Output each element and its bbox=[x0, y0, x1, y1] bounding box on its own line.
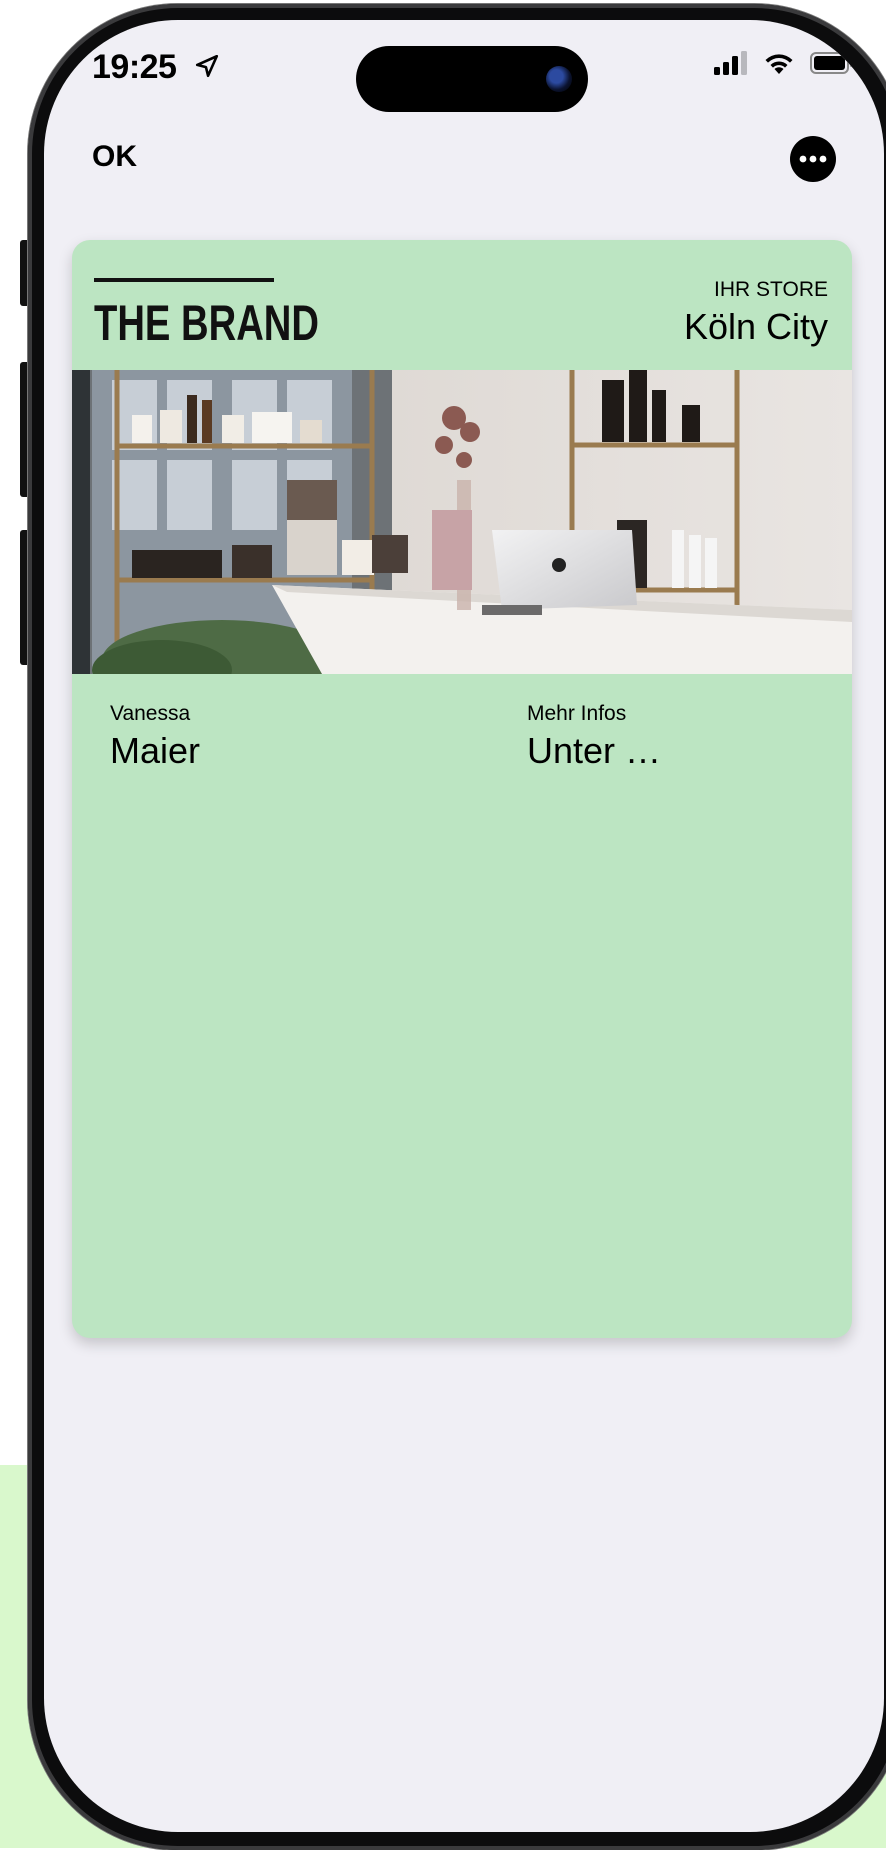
store-label: IHR STORE bbox=[714, 278, 828, 301]
field-value-last-name: Maier bbox=[110, 730, 201, 771]
field-label-more-info: Mehr Infos bbox=[527, 702, 627, 725]
battery-icon bbox=[810, 52, 853, 74]
store-name: Köln City bbox=[683, 306, 828, 347]
store-photo bbox=[72, 370, 852, 674]
location-arrow-icon bbox=[195, 54, 219, 78]
ok-button[interactable]: OK bbox=[92, 140, 137, 174]
brand-logo: THE BRAND bbox=[94, 278, 319, 348]
svg-text:THE BRAND: THE BRAND bbox=[94, 295, 319, 348]
wifi-icon bbox=[765, 54, 793, 74]
field-label-first-name: Vanessa bbox=[110, 702, 191, 725]
status-icons bbox=[714, 50, 854, 76]
more-options-icon bbox=[799, 155, 827, 163]
camera-icon bbox=[546, 66, 572, 92]
field-value-more-info: Unter … bbox=[527, 730, 662, 771]
status-time: 19:25 bbox=[92, 48, 177, 86]
phone-screen: 19:25 OK THE BRAND IHR STORE Köln City V… bbox=[44, 20, 884, 1832]
more-options-button[interactable] bbox=[790, 136, 836, 182]
wallet-pass-card[interactable]: THE BRAND IHR STORE Köln City Vanessa Ma… bbox=[72, 240, 852, 1338]
signal-icon bbox=[714, 51, 747, 75]
dynamic-island bbox=[356, 46, 588, 112]
